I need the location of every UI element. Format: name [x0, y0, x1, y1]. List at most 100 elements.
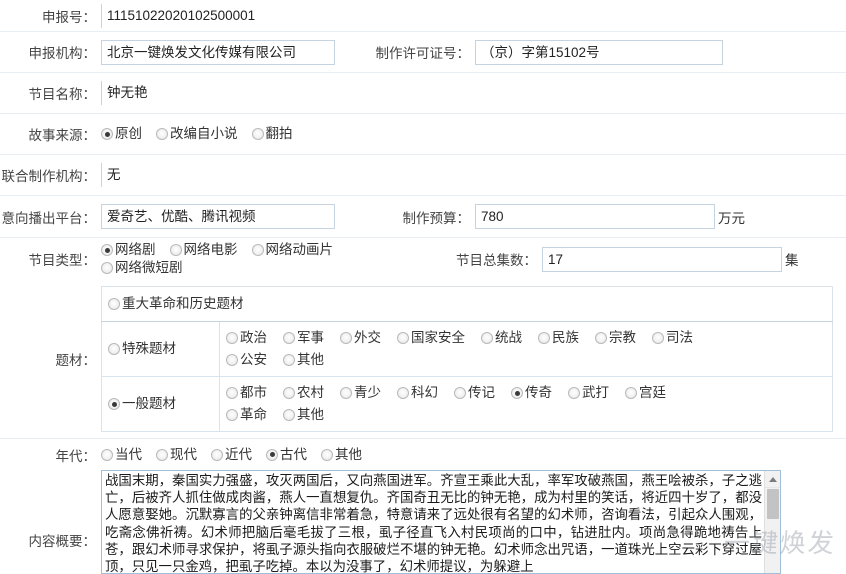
label-summary: 内容概要：: [28, 534, 97, 549]
cell-special-subject-options: 政治 军事 外交 国家安全 统战 民族 宗教 司法 公安 其他: [219, 321, 833, 377]
radio-label: 国家安全: [411, 330, 465, 345]
radio-general-8[interactable]: 革命: [226, 406, 267, 424]
radio-special-9[interactable]: 其他: [283, 351, 324, 369]
radio-label: 近代: [225, 446, 252, 462]
label-program-name: 节目名称：: [28, 87, 97, 102]
radio-general-3[interactable]: 科幻: [397, 384, 438, 402]
radio-label: 现代: [170, 446, 197, 462]
radio-program-type-3[interactable]: 网络微短剧: [101, 259, 183, 277]
program-declaration-form: 申报号： 11151022020102500001 申报机构： 北京一键焕发文化…: [0, 0, 846, 574]
table-row-general-subject: 一般题材 都市 农村 青少 科幻 传记 传奇 武打 宫廷 革命 其他: [101, 376, 833, 432]
radio-story-source-0[interactable]: 原创: [101, 125, 142, 143]
radio-dot-icon: [397, 387, 409, 399]
input-license-no[interactable]: （京）字第15102号: [475, 39, 723, 65]
label-agency: 申报机构：: [28, 46, 97, 61]
radio-story-source-2[interactable]: 翻拍: [251, 125, 293, 143]
radio-general-6[interactable]: 武打: [568, 384, 609, 402]
radio-program-type-2[interactable]: 网络动画片: [251, 241, 334, 259]
radio-dot-icon: [595, 332, 607, 344]
radio-dot-icon: [625, 387, 637, 399]
radio-story-source-1[interactable]: 改编自小说: [156, 125, 238, 143]
radio-special-8[interactable]: 公安: [226, 351, 267, 369]
general-options-line-1: 都市 农村 青少 科幻 传记 传奇 武打 宫廷: [226, 382, 826, 404]
input-agency[interactable]: 北京一键焕发文化传媒有限公司: [101, 39, 335, 65]
radio-dot-icon: [283, 332, 295, 344]
special-options-line-1: 政治 军事 外交 国家安全 统战 民族 宗教 司法: [226, 327, 826, 349]
radio-special-6[interactable]: 宗教: [595, 329, 636, 347]
input-total-episodes[interactable]: 17: [542, 246, 782, 272]
radio-dot-icon: [101, 128, 113, 140]
radio-dot-icon: [251, 244, 264, 256]
scrollbar-thumb[interactable]: [767, 489, 779, 519]
radio-label: 武打: [582, 385, 609, 400]
label-joint-agency: 联合制作机构：: [1, 169, 97, 184]
radio-general-2[interactable]: 青少: [340, 384, 381, 402]
radio-dot-icon: [156, 448, 168, 461]
row-subject: 题材： 重大革命和历史题材 特殊题材 政治 军事 外交 国家安全 统战 民族 宗…: [0, 280, 846, 439]
radio-dot-icon: [283, 354, 295, 366]
input-budget[interactable]: 780: [475, 204, 715, 229]
radio-label: 政治: [240, 330, 267, 345]
textarea-summary[interactable]: 战国末期，秦国实力强盛，攻灭两国后，又向燕国进军。齐宣王乘此大乱，率军攻破燕国，…: [102, 471, 764, 573]
radio-dot-icon: [108, 398, 120, 410]
textarea-scrollbar[interactable]: [764, 471, 780, 573]
cell-general-subject-options: 都市 农村 青少 科幻 传记 传奇 武打 宫廷 革命 其他: [219, 376, 833, 432]
textarea-summary-wrapper[interactable]: 战国末期，秦国实力强盛，攻灭两国后，又向燕国进军。齐宣王乘此大乱，率军攻破燕国，…: [101, 470, 781, 574]
radio-dot-icon: [101, 448, 113, 461]
input-platform[interactable]: 爱奇艺、优酷、腾讯视频: [101, 204, 335, 229]
radio-special-0[interactable]: 政治: [226, 329, 267, 347]
cell-special-subject-category: 特殊题材: [101, 321, 220, 377]
row-joint-agency: 联合制作机构： 无: [0, 155, 846, 196]
input-program-name[interactable]: 钟无艳: [101, 81, 846, 105]
radio-general-4[interactable]: 传记: [454, 384, 495, 402]
radio-era-0[interactable]: 当代: [101, 446, 142, 464]
radio-special-2[interactable]: 外交: [340, 329, 381, 347]
radio-label: 古代: [280, 446, 307, 462]
radio-label: 网络微短剧: [115, 260, 183, 275]
radio-label: 民族: [552, 330, 579, 345]
radio-dot-icon: [226, 354, 238, 366]
radio-era-3[interactable]: 古代: [266, 446, 307, 464]
radio-label: 其他: [297, 407, 324, 422]
table-row-major-revolution: 重大革命和历史题材: [101, 286, 833, 322]
radio-dot-icon: [538, 332, 550, 344]
row-summary: 内容概要： 战国末期，秦国实力强盛，攻灭两国后，又向燕国进军。齐宣王乘此大乱，率…: [0, 470, 846, 574]
radio-special-4[interactable]: 统战: [481, 329, 522, 347]
radio-general-5[interactable]: 传奇: [511, 384, 552, 402]
radio-era-2[interactable]: 近代: [211, 446, 252, 464]
radio-label: 特殊题材: [122, 341, 176, 356]
radio-label: 其他: [297, 352, 324, 367]
radio-program-type-1[interactable]: 网络电影: [169, 241, 238, 259]
radio-dot-icon: [652, 332, 664, 344]
radio-label: 网络电影: [183, 242, 238, 257]
radio-special-3[interactable]: 国家安全: [397, 329, 465, 347]
radio-label: 都市: [240, 385, 267, 400]
input-declaration-no[interactable]: 11151022020102500001: [101, 3, 846, 28]
radio-label: 网络动画片: [265, 242, 334, 257]
radio-general-9[interactable]: 其他: [283, 406, 324, 424]
radio-subject-general[interactable]: 一般题材: [108, 395, 176, 413]
radio-general-7[interactable]: 宫廷: [625, 384, 666, 402]
scroll-up-arrow-icon[interactable]: [765, 471, 780, 488]
radio-program-type-0[interactable]: 网络剧: [101, 241, 156, 259]
radio-label: 原创: [115, 126, 142, 141]
row-story-source: 故事来源： 原创 改编自小说 翻拍: [0, 114, 846, 155]
radio-special-1[interactable]: 军事: [283, 329, 324, 347]
input-joint-agency[interactable]: 无: [101, 163, 846, 187]
table-row-special-subject: 特殊题材 政治 军事 外交 国家安全 统战 民族 宗教 司法 公安 其他: [101, 321, 833, 377]
radio-dot-icon: [340, 387, 352, 399]
radio-subject-major-revolution[interactable]: 重大革命和历史题材: [108, 295, 244, 313]
radio-general-0[interactable]: 都市: [226, 384, 267, 402]
radio-special-7[interactable]: 司法: [652, 329, 693, 347]
radio-special-5[interactable]: 民族: [538, 329, 579, 347]
radio-dot-icon: [226, 409, 238, 421]
radio-dot-icon: [156, 128, 168, 140]
radio-dot-icon: [251, 128, 264, 140]
radio-general-1[interactable]: 农村: [283, 384, 324, 402]
radio-era-1[interactable]: 现代: [156, 446, 197, 464]
special-options-line-2: 公安 其他: [226, 349, 826, 371]
radio-era-4[interactable]: 其他: [321, 446, 362, 464]
radio-dot-icon: [283, 387, 295, 399]
radio-subject-special[interactable]: 特殊题材: [108, 340, 176, 358]
label-license-no: 制作许可证号：: [375, 46, 471, 61]
